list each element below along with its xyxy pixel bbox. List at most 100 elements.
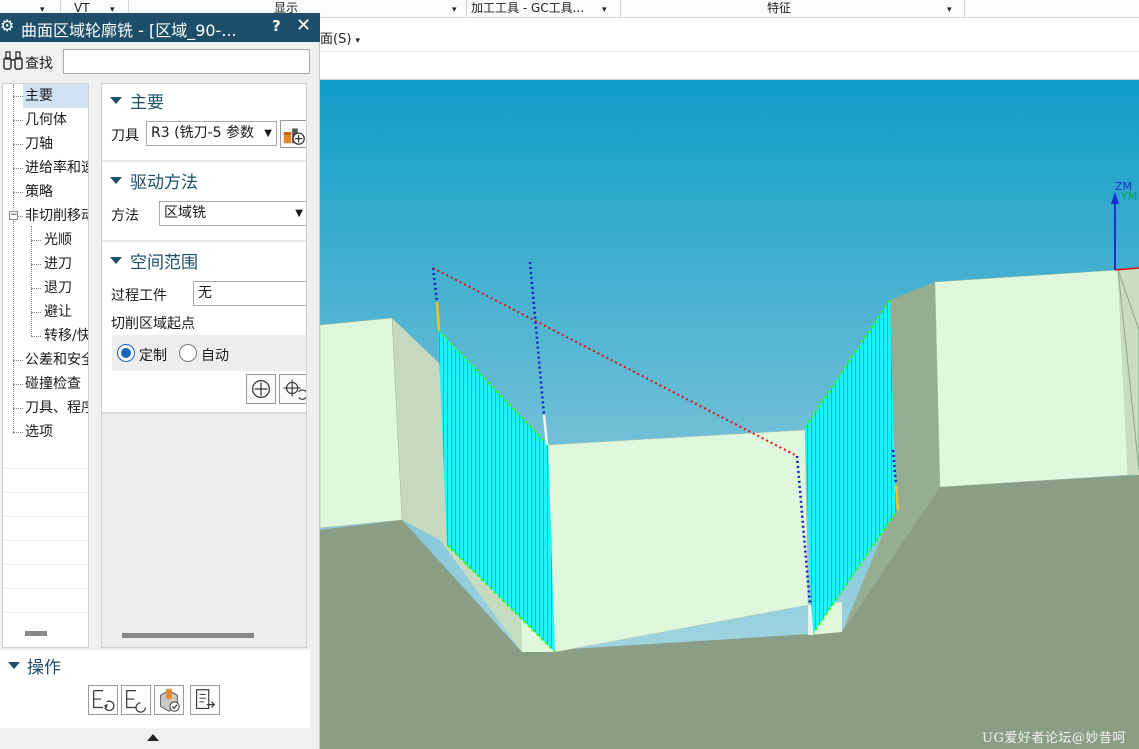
content-scrollbar[interactable] <box>122 633 254 638</box>
add-point-icon[interactable] <box>246 374 276 404</box>
ribbon-divider <box>466 0 467 18</box>
section-space-title: 空间范围 <box>130 253 198 273</box>
tree-item-tolerance[interactable]: 公差和安全 <box>25 348 88 372</box>
dropdown-arrow-icon: ▼ <box>295 208 303 219</box>
gear-icon: ⚙ <box>0 16 15 35</box>
section-divider <box>102 240 306 242</box>
ribbon-divider <box>964 0 965 18</box>
tree-item-main[interactable]: 主要 <box>23 84 88 108</box>
tree-empty-row <box>3 516 88 540</box>
ribbon-divider <box>620 0 621 18</box>
tree-guide <box>31 288 41 289</box>
tool-label: 刀具 <box>111 128 139 144</box>
verify-icon[interactable] <box>154 685 184 715</box>
tree-guide <box>31 264 41 265</box>
nav-tree: 主要 几何体 刀轴 进给率和速度 策略 − 非切削移动 光顺 进刀 退刀 避让 … <box>2 83 89 648</box>
generate-icon[interactable] <box>88 685 118 715</box>
tree-item-smoothing[interactable]: 光顺 <box>44 228 72 252</box>
find-label: 查找 <box>25 56 53 72</box>
new-tool-icon[interactable] <box>280 120 307 148</box>
radio-auto[interactable] <box>179 344 197 362</box>
section-main-header[interactable]: 主要 <box>102 84 306 116</box>
tree-item-transfer[interactable]: 转移/快速 <box>44 324 88 348</box>
tree-item-tool-program[interactable]: 刀具、程序 <box>25 396 88 420</box>
dialog-title: 曲面区域轮廓铣 - [区域_90-... <box>21 21 237 40</box>
method-select[interactable]: 区域铣 ▼ <box>159 201 306 226</box>
tree-empty-row <box>3 492 88 516</box>
viewport-scene: ZM YM <box>320 80 1139 749</box>
tool-select[interactable]: R3 (铣刀-5 参数 ▼ <box>146 121 277 146</box>
tree-item-avoidance[interactable]: 避让 <box>44 300 72 324</box>
tree-empty-row <box>3 540 88 564</box>
tree-item-options[interactable]: 选项 <box>25 420 53 444</box>
collapse-triangle-icon[interactable] <box>8 662 20 669</box>
tree-empty-row <box>3 564 88 588</box>
tree-scrollbar[interactable] <box>25 631 47 636</box>
section-drive-title: 驱动方法 <box>130 173 198 193</box>
left-block-front <box>320 317 403 529</box>
tree-guide <box>13 96 23 97</box>
operation-title: 操作 <box>27 658 61 678</box>
ribbon-item-feature[interactable]: 特征 <box>767 0 791 18</box>
content-panel: 主要 刀具 R3 (铣刀-5 参数 ▼ 驱动方法 方法 区域铣 ▼ 空间范围 过… <box>101 83 307 648</box>
list-output-icon[interactable] <box>190 685 220 715</box>
tree-empty-row <box>3 588 88 612</box>
tree-guide <box>13 408 23 409</box>
collapse-bar <box>0 728 310 749</box>
section-divider <box>102 160 306 162</box>
right-block-front <box>934 269 1129 488</box>
section-drive-header[interactable]: 驱动方法 <box>102 164 306 196</box>
operation-section: 操作 <box>0 650 310 734</box>
tree-guide <box>13 360 23 361</box>
replay-icon[interactable] <box>121 685 151 715</box>
tree-item-tool-axis[interactable]: 刀轴 <box>25 132 53 156</box>
collapse-triangle-icon <box>110 257 122 264</box>
tree-item-geometry[interactable]: 几何体 <box>25 108 67 132</box>
radio-custom-label: 定制 <box>139 348 167 364</box>
menu-face[interactable]: 面(S) ▾ <box>320 28 360 47</box>
cut-start-label: 切削区域起点 <box>111 316 195 332</box>
workpiece-value[interactable]: 无 <box>193 281 306 306</box>
dropdown-arrow-icon: ▼ <box>264 128 272 139</box>
collapse-triangle-icon <box>110 97 122 104</box>
tree-guide <box>31 226 32 336</box>
close-button[interactable]: ✕ <box>296 15 311 36</box>
tree-guide <box>31 312 41 313</box>
tree-guide <box>31 336 41 337</box>
radio-custom[interactable] <box>117 344 135 362</box>
help-button[interactable]: ? <box>272 17 281 35</box>
section-main-title: 主要 <box>130 93 164 113</box>
tree-guide <box>13 432 23 433</box>
tree-guide <box>31 240 41 241</box>
collapse-up-icon[interactable] <box>147 734 159 741</box>
collapse-triangle-icon <box>110 177 122 184</box>
workpiece-label: 过程工件 <box>111 288 167 304</box>
collapse-toggle-icon[interactable]: − <box>9 211 18 220</box>
tree-item-engage[interactable]: 进刀 <box>44 252 72 276</box>
graphics-viewport[interactable]: ZM YM <box>320 80 1139 749</box>
tree-guide <box>13 384 23 385</box>
tree-item-collision[interactable]: 碰撞检查 <box>25 372 81 396</box>
find-row: 查找 <box>0 42 320 80</box>
ribbon-caret-5[interactable]: ▾ <box>947 0 952 18</box>
ribbon-caret-4[interactable]: ▾ <box>602 0 607 18</box>
content-empty-area <box>102 414 306 647</box>
operation-dialog: ⚙ 曲面区域轮廓铣 - [区域_90-... ? ✕ 查找 主要 几何体 刀轴 <box>0 13 320 749</box>
tree-item-feeds-speeds[interactable]: 进给率和速度 <box>25 156 88 180</box>
find-input[interactable] <box>63 49 310 74</box>
tree-item-strategy[interactable]: 策略 <box>25 180 53 204</box>
radio-auto-label: 自动 <box>201 348 229 364</box>
tree-item-non-cutting[interactable]: 非切削移动 <box>25 204 88 228</box>
ribbon-caret-3[interactable]: ▾ <box>452 0 457 18</box>
tree-item-retract[interactable]: 退刀 <box>44 276 72 300</box>
method-select-value: 区域铣 <box>164 205 206 221</box>
tree-empty-row <box>3 468 88 492</box>
tree-guide <box>18 216 23 217</box>
tree-guide <box>13 168 23 169</box>
section-space-header[interactable]: 空间范围 <box>102 244 306 276</box>
binoculars-icon <box>3 51 23 70</box>
dialog-title-bar[interactable]: ⚙ 曲面区域轮廓铣 - [区域_90-... ? ✕ <box>0 13 320 42</box>
axis-ym-label: YM <box>1120 190 1137 203</box>
specify-point-icon[interactable] <box>279 374 307 404</box>
ribbon-item-tool[interactable]: 加工工具 - GC工具... <box>471 0 584 18</box>
